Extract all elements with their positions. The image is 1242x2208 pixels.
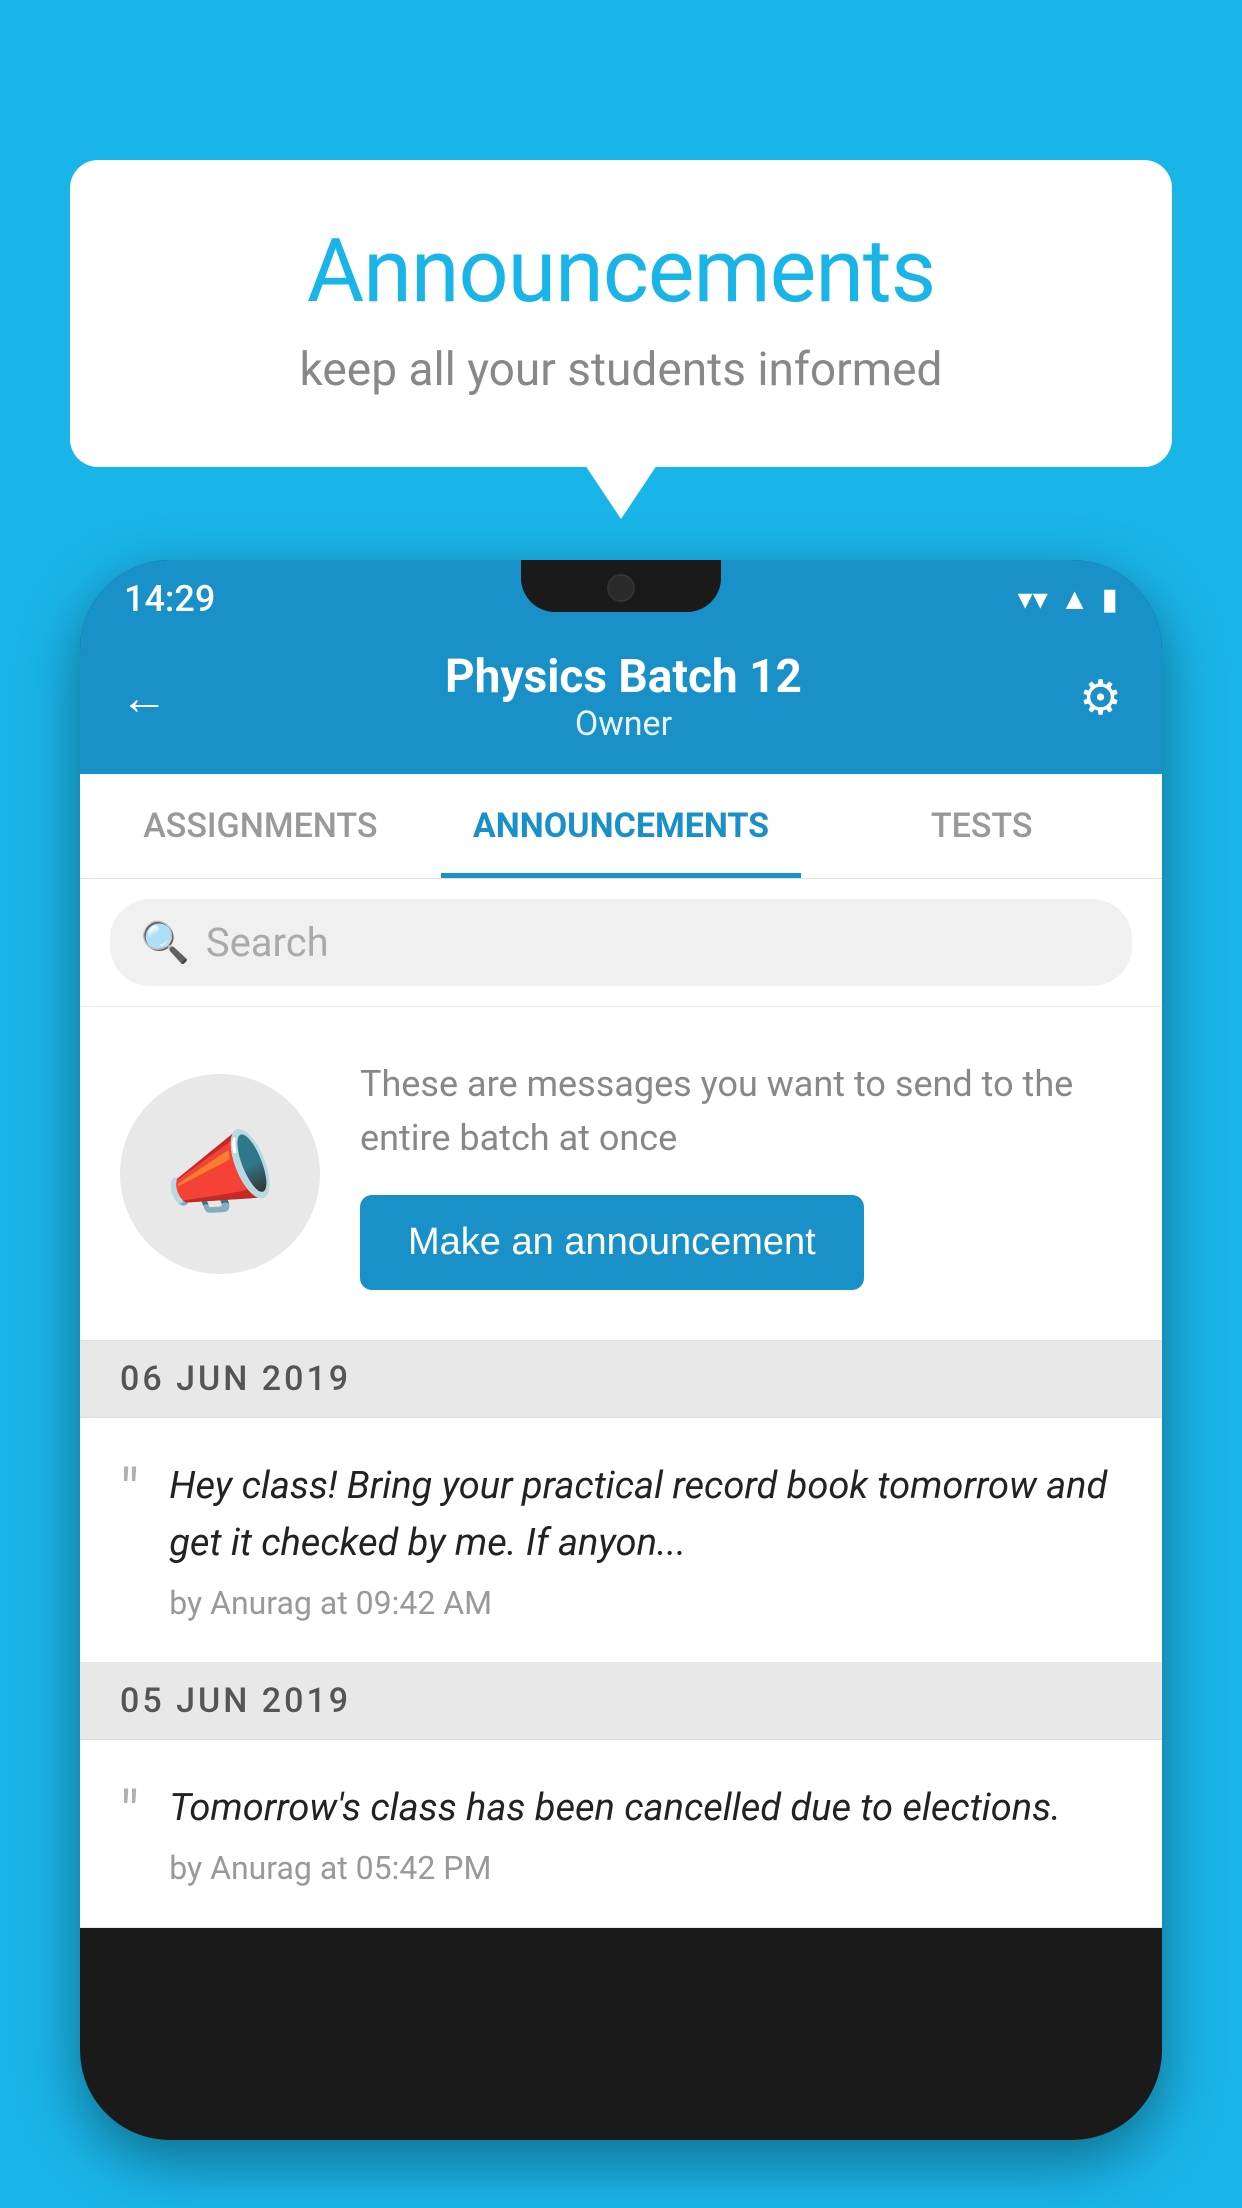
phone-wrapper: 14:29 ▾▾ ▲ ▮ ← Physics Batch 12 Owner ⚙ … bbox=[80, 560, 1162, 2208]
screen-content: 🔍 Search 📣 These are messages you want t… bbox=[80, 879, 1162, 1928]
message-content-2: Tomorrow's class has been cancelled due … bbox=[169, 1780, 1122, 1887]
date-separator-1: 06 JUN 2019 bbox=[80, 1341, 1162, 1418]
header-subtitle: Owner bbox=[445, 704, 802, 744]
announcement-prompt-text: These are messages you want to send to t… bbox=[360, 1057, 1122, 1165]
phone: 14:29 ▾▾ ▲ ▮ ← Physics Batch 12 Owner ⚙ … bbox=[80, 560, 1162, 2140]
quote-icon-1: " bbox=[120, 1462, 139, 1522]
message-meta-2: by Anurag at 05:42 PM bbox=[169, 1849, 1122, 1887]
announcement-icon-circle: 📣 bbox=[120, 1074, 320, 1274]
megaphone-icon: 📣 bbox=[164, 1121, 276, 1226]
quote-icon-2: " bbox=[120, 1784, 139, 1844]
message-meta-1: by Anurag at 09:42 AM bbox=[169, 1584, 1122, 1622]
search-bar[interactable]: 🔍 Search bbox=[110, 899, 1132, 986]
speech-bubble-title: Announcements bbox=[150, 220, 1092, 323]
settings-icon[interactable]: ⚙ bbox=[1079, 669, 1122, 726]
message-item-2: " Tomorrow's class has been cancelled du… bbox=[80, 1740, 1162, 1928]
tab-tests[interactable]: TESTS bbox=[801, 774, 1162, 878]
message-text-1: Hey class! Bring your practical record b… bbox=[169, 1458, 1122, 1572]
phone-notch bbox=[521, 560, 721, 612]
message-text-2: Tomorrow's class has been cancelled due … bbox=[169, 1780, 1122, 1837]
status-icons: ▾▾ ▲ ▮ bbox=[1018, 582, 1118, 617]
search-icon: 🔍 bbox=[140, 919, 190, 966]
announcement-prompt: 📣 These are messages you want to send to… bbox=[80, 1007, 1162, 1341]
phone-camera bbox=[607, 574, 635, 602]
back-button[interactable]: ← bbox=[120, 669, 168, 726]
tab-assignments[interactable]: ASSIGNMENTS bbox=[80, 774, 441, 878]
tabs-bar: ASSIGNMENTS ANNOUNCEMENTS TESTS bbox=[80, 774, 1162, 879]
speech-bubble-container: Announcements keep all your students inf… bbox=[70, 160, 1172, 467]
search-container: 🔍 Search bbox=[80, 879, 1162, 1007]
make-announcement-button[interactable]: Make an announcement bbox=[360, 1195, 864, 1290]
message-content-1: Hey class! Bring your practical record b… bbox=[169, 1458, 1122, 1622]
announcement-prompt-right: These are messages you want to send to t… bbox=[360, 1057, 1122, 1290]
status-time: 14:29 bbox=[124, 578, 215, 620]
date-separator-2: 05 JUN 2019 bbox=[80, 1663, 1162, 1740]
speech-bubble-subtitle: keep all your students informed bbox=[150, 343, 1092, 397]
app-header: ← Physics Batch 12 Owner ⚙ bbox=[80, 630, 1162, 774]
signal-icon: ▲ bbox=[1060, 582, 1090, 617]
tab-announcements[interactable]: ANNOUNCEMENTS bbox=[441, 774, 802, 878]
wifi-icon: ▾▾ bbox=[1018, 582, 1048, 617]
message-item-1: " Hey class! Bring your practical record… bbox=[80, 1418, 1162, 1663]
search-placeholder: Search bbox=[206, 919, 329, 966]
speech-bubble: Announcements keep all your students inf… bbox=[70, 160, 1172, 467]
header-title: Physics Batch 12 bbox=[445, 650, 802, 704]
header-title-group: Physics Batch 12 Owner bbox=[445, 650, 802, 744]
battery-icon: ▮ bbox=[1101, 582, 1118, 617]
